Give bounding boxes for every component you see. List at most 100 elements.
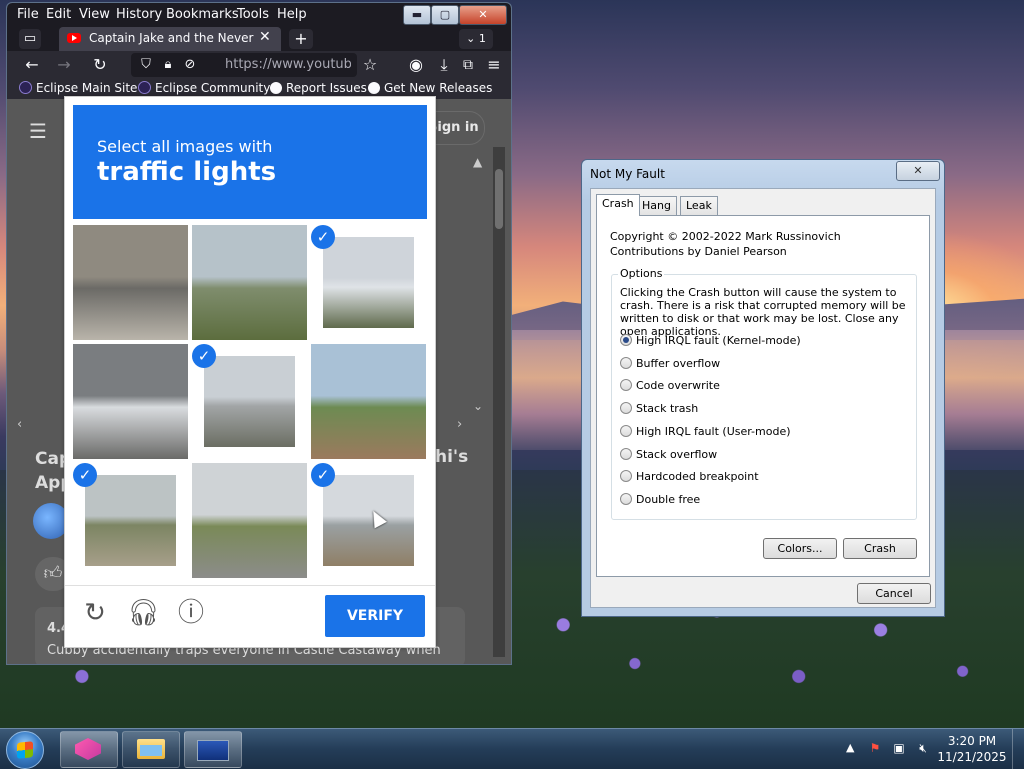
carousel-next-icon[interactable]: › (457, 417, 462, 432)
radio-button-icon[interactable] (620, 447, 632, 460)
taskbar-app-firefox[interactable] (60, 731, 118, 768)
reload-icon[interactable]: ↻ (79, 597, 111, 629)
lock-icon[interactable]: 🔒︎ (157, 54, 179, 76)
clock-date[interactable]: 11/21/2025 (936, 750, 1008, 764)
close-button[interactable]: ✕ (896, 161, 940, 181)
bookmark-label: Eclipse Main Site (36, 81, 138, 95)
selected-check-icon: ✓ (192, 344, 216, 368)
taskbar: ▲ ⚑ ▣ 🔇︎ 3:20 PM 11/21/2025 (0, 728, 1024, 769)
tab-hang[interactable]: Hang (636, 196, 677, 215)
radio-button-icon[interactable] (620, 402, 632, 415)
shield-icon[interactable]: ⛉ (135, 54, 157, 76)
options-description: Clicking the Crash button will cause the… (620, 286, 906, 338)
bookmark-eclipse-community[interactable]: Eclipse Community (138, 81, 270, 95)
camera-blocked-icon[interactable]: ⊘ (179, 54, 201, 76)
url-bar[interactable]: ⛉ 🔒︎ ⊘ https://www.youtube (131, 53, 357, 77)
captcha-photo (85, 475, 176, 566)
menu-file[interactable]: File (17, 7, 39, 22)
tile-minivan[interactable] (73, 344, 188, 459)
scrollbar[interactable] (493, 147, 505, 657)
bookmark-eclipse-main[interactable]: Eclipse Main Site (19, 81, 137, 95)
volume-muted-icon[interactable]: 🔇︎ (916, 741, 930, 755)
tile-street-trees[interactable]: ✓ (73, 463, 188, 578)
radio-option[interactable]: Double free (620, 492, 700, 506)
back-arrow-icon[interactable]: ← (21, 54, 43, 76)
dialog-title: Not My Fault (590, 167, 665, 181)
tab-list-button[interactable]: ⌄ 1 (459, 29, 493, 49)
minimize-button[interactable]: ▬ (403, 5, 431, 25)
bookmark-star-icon[interactable]: ☆ (359, 54, 381, 76)
radio-option[interactable]: Hardcoded breakpoint (620, 470, 759, 483)
tab-leak[interactable]: Leak (680, 196, 718, 215)
radio-option[interactable]: Buffer overflow (620, 356, 720, 370)
reload-icon[interactable]: ↻ (89, 54, 111, 76)
radio-button-icon[interactable] (620, 470, 632, 483)
captcha-photo (192, 463, 307, 578)
radio-button-icon[interactable] (620, 334, 632, 346)
account-icon[interactable]: ◉ (405, 54, 427, 76)
menu-history[interactable]: History (116, 7, 162, 22)
radio-button-icon[interactable] (620, 356, 632, 369)
action-center-flag-icon[interactable]: ⚑ (868, 741, 882, 755)
firefox-view-icon[interactable]: ▭ (19, 29, 41, 49)
info-icon[interactable]: ⓘ (175, 597, 207, 629)
hamburger-menu-icon[interactable]: ≡ (483, 54, 505, 76)
url-text[interactable]: https://www.youtube (225, 57, 351, 72)
scroll-down-arrow-icon[interactable]: ⌄ (473, 399, 483, 413)
contributors-text: Contributions by Daniel Pearson (610, 245, 787, 258)
radio-option[interactable]: Stack trash (620, 402, 698, 415)
radio-option[interactable]: High IRQL fault (Kernel-mode) (620, 334, 801, 347)
tile-trees-field[interactable] (192, 225, 307, 340)
taskbar-app-explorer[interactable] (122, 731, 180, 768)
tab-close-icon[interactable]: ✕ (259, 29, 271, 45)
divider (65, 585, 435, 586)
menu-help[interactable]: Help (277, 7, 307, 22)
captcha-header: Select all images with traffic lights (73, 105, 427, 219)
carousel-prev-icon[interactable]: ‹ (17, 417, 22, 432)
show-desktop-button[interactable] (1012, 729, 1024, 769)
hamburger-menu-icon[interactable]: ☰ (29, 119, 47, 143)
crash-button[interactable]: Crash (843, 538, 917, 559)
clock-time[interactable]: 3:20 PM (940, 734, 1004, 748)
cancel-button[interactable]: Cancel (857, 583, 931, 604)
show-hidden-icons-icon[interactable]: ▲ (846, 741, 854, 754)
radio-button-icon[interactable] (620, 492, 632, 505)
colors-button[interactable]: Colors... (763, 538, 837, 559)
verify-button[interactable]: VERIFY (325, 595, 425, 637)
tile-traffic-light-3[interactable]: ✓ (311, 463, 426, 578)
download-icon[interactable]: ⤓ (433, 54, 455, 76)
radio-button-icon[interactable] (620, 379, 632, 392)
menu-tools[interactable]: Tools (237, 7, 269, 22)
radio-option[interactable]: Code overwrite (620, 379, 720, 392)
taskbar-app-notmyfault[interactable] (184, 731, 242, 768)
bookmark-report-issues[interactable]: Report Issues (270, 81, 367, 95)
menu-view[interactable]: View (79, 7, 110, 22)
radio-option[interactable]: High IRQL fault (User-mode) (620, 424, 791, 438)
tile-highway[interactable] (192, 463, 307, 578)
navigation-toolbar: ← → ↻ ⛉ 🔒︎ ⊘ https://www.youtube ☆ ◉ ⤓ ⧉… (7, 51, 511, 79)
headphones-icon[interactable]: 🎧︎ (127, 597, 160, 629)
menu-edit[interactable]: Edit (46, 7, 71, 22)
tab-crash[interactable]: Crash (596, 194, 640, 216)
tab-youtube[interactable]: Captain Jake and the Never Land ✕ (59, 27, 281, 51)
radio-option[interactable]: Stack overflow (620, 447, 717, 461)
scrollbar-thumb[interactable] (495, 169, 503, 229)
tile-traffic-light-2[interactable]: ✓ (192, 344, 307, 459)
captcha-instruction: Select all images with (97, 137, 273, 156)
new-tab-button[interactable]: + (289, 29, 313, 49)
bookmark-get-new-releases[interactable]: Get New Releases (368, 81, 492, 95)
scroll-up-arrow-icon[interactable]: ▲ (473, 155, 482, 169)
tile-traffic-light-1[interactable]: ✓ (311, 225, 426, 340)
maximize-button[interactable]: ▢ (431, 5, 459, 25)
video-title: Cap App (35, 449, 73, 493)
radio-button-icon[interactable] (620, 424, 632, 437)
forward-arrow-icon[interactable]: → (53, 54, 75, 76)
eclipse-icon (138, 81, 151, 94)
close-button[interactable]: ✕ (459, 5, 507, 25)
menu-bookmarks[interactable]: Bookmarks (166, 7, 239, 22)
tile-road-truck[interactable] (73, 225, 188, 340)
start-button[interactable] (6, 731, 44, 769)
network-icon[interactable]: ▣ (892, 741, 906, 755)
tile-palm-tree[interactable] (311, 344, 426, 459)
extensions-icon[interactable]: ⧉ (457, 54, 479, 76)
